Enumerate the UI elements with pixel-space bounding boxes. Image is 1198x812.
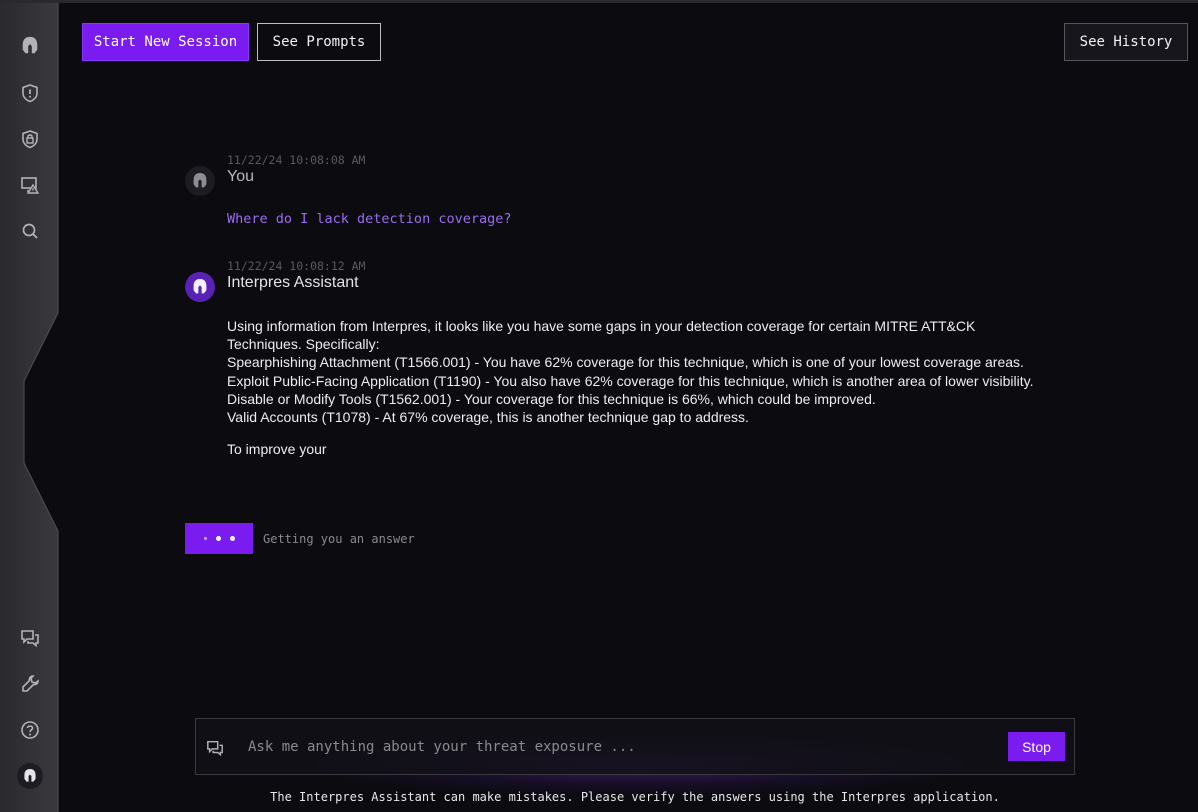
assistant-message-body: Using information from Interpres, it loo… xyxy=(227,317,1042,458)
user-message-text: Where do I lack detection coverage? xyxy=(227,211,512,227)
monitor-warning-icon[interactable] xyxy=(18,173,42,197)
see-history-button[interactable]: See History xyxy=(1064,23,1188,61)
answer-line: Valid Accounts (T1078) - At 67% coverage… xyxy=(227,409,749,426)
assistant-avatar xyxy=(185,272,215,302)
user-message-sender: You xyxy=(227,168,254,185)
chat-bubbles-icon[interactable] xyxy=(18,626,42,650)
shield-alert-icon[interactable] xyxy=(18,81,42,105)
chat-input-box: Stop xyxy=(195,718,1075,775)
stop-button[interactable]: Stop xyxy=(1008,732,1065,761)
window-top-border xyxy=(0,0,1198,3)
wrench-icon[interactable] xyxy=(18,672,42,696)
answer-trailing-line: To improve your xyxy=(227,441,327,458)
see-prompts-button[interactable]: See Prompts xyxy=(257,23,381,61)
assistant-message-timestamp: 11/22/24 10:08:12 AM xyxy=(227,259,366,273)
answer-line: Using information from Interpres, it loo… xyxy=(227,318,976,353)
sidebar xyxy=(0,3,62,812)
chat-bubbles-icon xyxy=(207,740,223,757)
help-circle-icon[interactable] xyxy=(18,718,42,742)
helmet-icon xyxy=(193,173,207,188)
disclaimer-text: The Interpres Assistant can make mistake… xyxy=(270,790,1000,804)
start-new-session-button[interactable]: Start New Session xyxy=(82,23,249,61)
user-avatar-icon[interactable] xyxy=(17,763,43,789)
answer-line: Disable or Modify Tools (T1562.001) - Yo… xyxy=(227,390,876,407)
user-avatar xyxy=(185,166,215,196)
answer-line: Spearphishing Attachment (T1566.001) - Y… xyxy=(227,354,1024,371)
user-message-timestamp: 11/22/24 10:08:08 AM xyxy=(227,153,366,167)
loading-indicator xyxy=(185,523,253,554)
shield-lock-icon[interactable] xyxy=(18,127,42,151)
search-icon[interactable] xyxy=(18,219,42,243)
answer-line: Exploit Public-Facing Application (T1190… xyxy=(227,372,1034,389)
logo-helmet-icon[interactable] xyxy=(18,34,42,58)
assistant-message-sender: Interpres Assistant xyxy=(227,274,359,291)
loading-dot xyxy=(229,536,235,541)
loading-text: Getting you an answer xyxy=(263,532,415,546)
helmet-icon xyxy=(193,279,207,294)
loading-dot xyxy=(203,537,207,540)
chat-input[interactable] xyxy=(248,735,988,759)
loading-dot xyxy=(215,536,221,541)
